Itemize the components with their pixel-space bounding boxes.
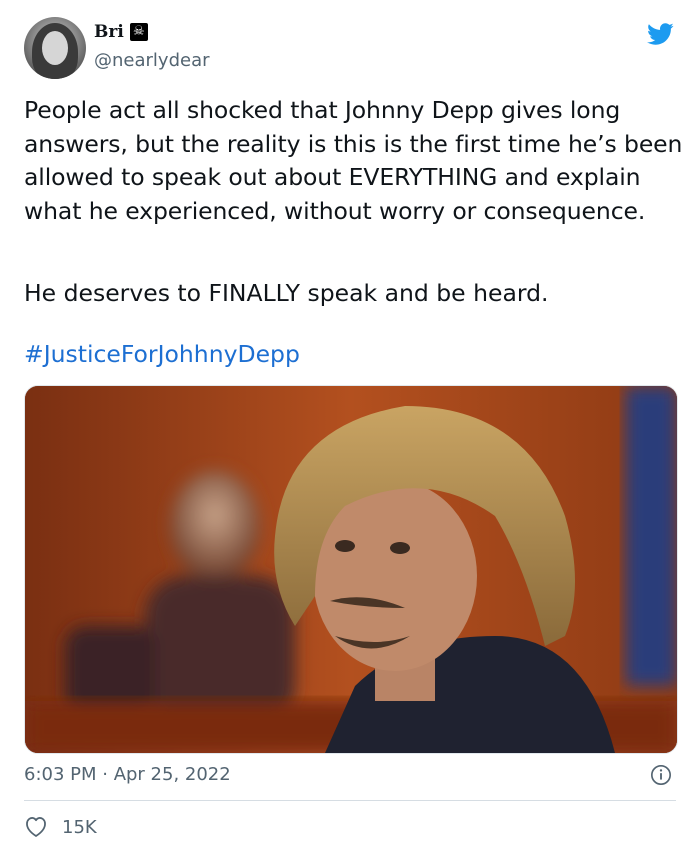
like-count: 15K bbox=[62, 816, 97, 838]
skull-and-crossbones-icon: ☠ bbox=[129, 23, 148, 41]
hashtag-link[interactable]: #JusticeForJohhnyDepp bbox=[24, 340, 300, 368]
courtroom-photo bbox=[25, 386, 677, 753]
user-name-row[interactable]: Bri ☠ bbox=[94, 22, 148, 42]
avatar-face bbox=[42, 31, 68, 65]
divider bbox=[24, 800, 676, 801]
tweet-paragraph-2: He deserves to FINALLY speak and be hear… bbox=[24, 279, 549, 307]
info-icon[interactable] bbox=[650, 764, 672, 786]
tweet-timestamp[interactable]: 6:03 PM · Apr 25, 2022 bbox=[24, 764, 231, 785]
user-handle[interactable]: @nearlydear bbox=[94, 50, 210, 71]
heart-icon[interactable] bbox=[24, 816, 48, 838]
like-action[interactable]: 15K bbox=[24, 816, 97, 838]
tweet-card: Bri ☠ @nearlydear People act all shocked… bbox=[0, 0, 700, 856]
tweet-text: People act all shocked that Johnny Depp … bbox=[24, 94, 684, 228]
avatar[interactable] bbox=[24, 17, 86, 79]
tweet-photo[interactable] bbox=[24, 385, 678, 754]
tweet-paragraph-1: People act all shocked that Johnny Depp … bbox=[24, 96, 683, 225]
display-name[interactable]: Bri bbox=[94, 22, 124, 42]
twitter-bird-icon[interactable] bbox=[644, 20, 676, 48]
